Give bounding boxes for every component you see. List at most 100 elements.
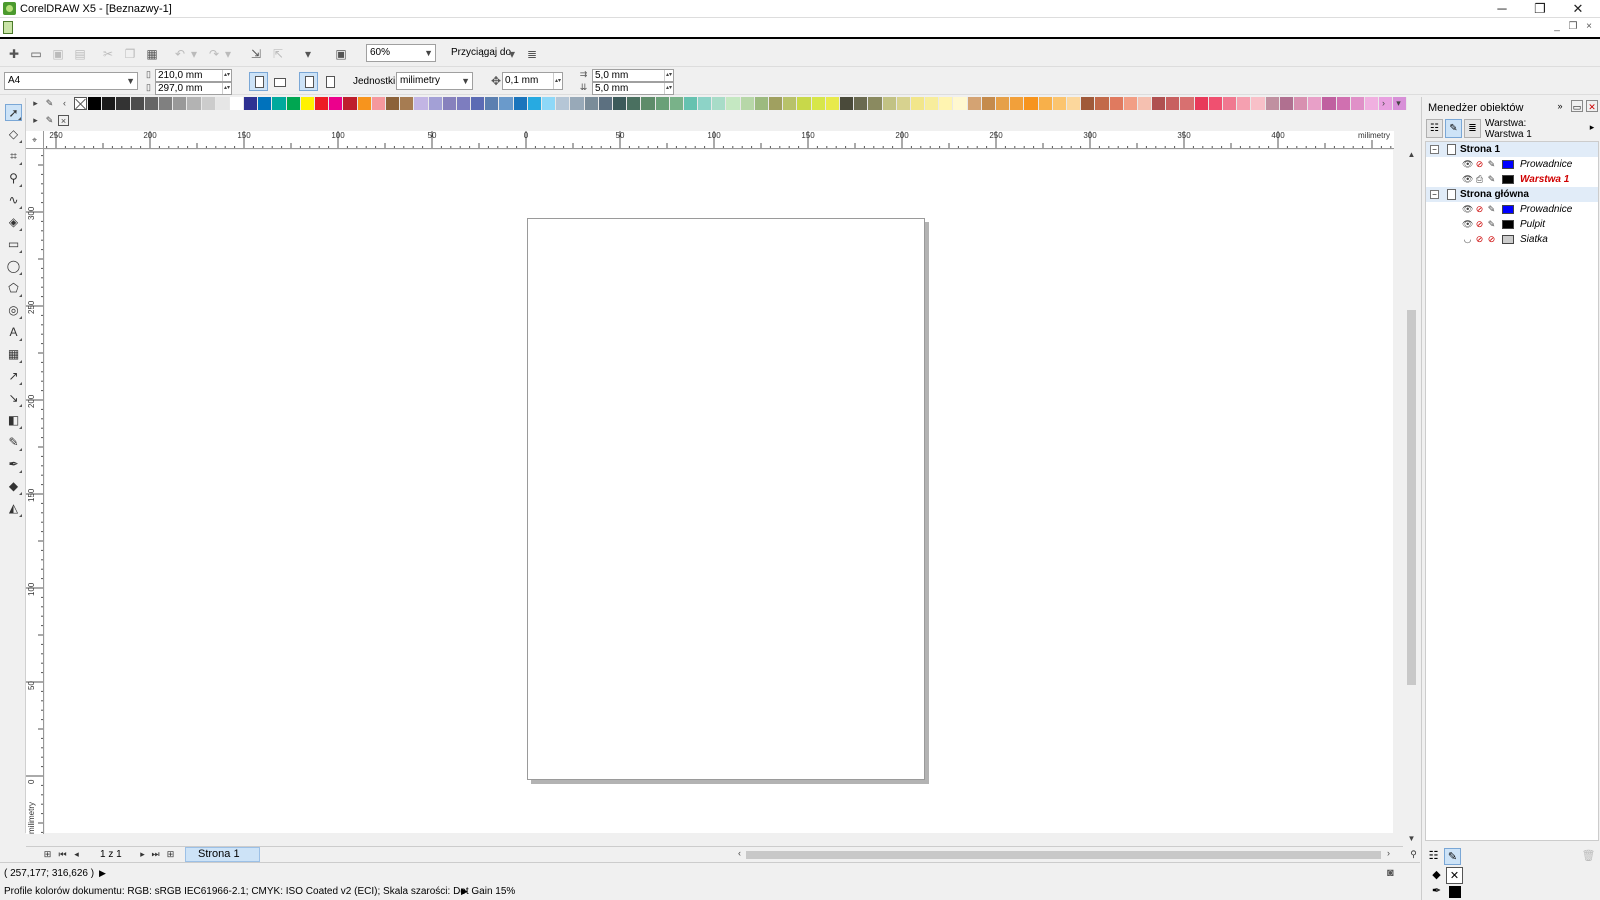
color-swatch[interactable] (1265, 97, 1280, 110)
save-icon[interactable]: ▣ (50, 46, 66, 62)
color-swatch[interactable] (102, 97, 117, 110)
redo-dropdown-icon[interactable]: ▾ (224, 46, 232, 62)
color-swatch[interactable] (201, 97, 216, 110)
color-swatch[interactable] (854, 97, 869, 110)
color-swatch[interactable] (627, 97, 642, 110)
ruler-origin[interactable]: ⌖ (26, 131, 44, 149)
eye-icon[interactable]: 👁 (1462, 218, 1473, 230)
pencil-icon[interactable]: ✎ (1486, 173, 1497, 185)
units-select[interactable]: milimetry ▼ (396, 72, 473, 90)
tree-master-layer-prowadnice[interactable]: 👁 ⊘ ✎ Prowadnice (1426, 202, 1598, 217)
color-swatch[interactable] (1024, 97, 1039, 110)
color-swatch[interactable] (868, 97, 883, 110)
fill-none-swatch[interactable]: ✕ (1446, 867, 1463, 884)
color-swatch[interactable] (1279, 97, 1294, 110)
eye-hidden-icon[interactable]: ◡ (1462, 233, 1473, 245)
zoom-tool-icon[interactable]: ⚲ (5, 170, 22, 187)
color-swatch[interactable] (1123, 97, 1138, 110)
cut-icon[interactable]: ✂ (100, 46, 116, 62)
color-swatch[interactable] (471, 97, 486, 110)
spin-arrows-icon[interactable]: ▴▾ (664, 83, 673, 94)
docker-collapse-icon[interactable]: » (1554, 100, 1566, 112)
add-page-before-icon[interactable]: ⊞ (42, 849, 53, 860)
interactive-fill-tool-icon[interactable]: ◭ (5, 500, 22, 517)
color-swatch[interactable] (343, 97, 358, 110)
color-swatch[interactable] (570, 97, 585, 110)
color-swatch[interactable] (130, 97, 145, 110)
page-height-field[interactable]: 297,0 mm ▴▾ (155, 82, 232, 95)
color-swatch[interactable] (442, 97, 457, 110)
show-object-properties-icon[interactable]: ☷ (1426, 119, 1443, 138)
docker-minimize-icon[interactable]: ▭ (1571, 100, 1583, 112)
coords-menu-icon[interactable]: ▶ (99, 868, 106, 879)
outline-color-swatch[interactable] (1449, 886, 1461, 898)
color-swatch[interactable] (527, 97, 542, 110)
spin-arrows-icon[interactable]: ▴▾ (664, 70, 673, 81)
no-print-icon[interactable]: ⊘ (1474, 233, 1485, 245)
first-page-icon[interactable]: ⏮ (57, 849, 68, 860)
document-palette-menu-icon[interactable]: ▸ (30, 115, 41, 126)
color-swatch[interactable] (939, 97, 954, 110)
horizontal-scroll-thumb[interactable] (746, 851, 1381, 859)
new-master-layer-icon[interactable]: ✎ (1444, 848, 1461, 865)
layer-manager-view-icon[interactable]: ≣ (1464, 119, 1481, 138)
color-swatch[interactable] (542, 97, 557, 110)
nudge-distance-field[interactable]: 0,1 mm ▴▾ (502, 72, 563, 90)
color-swatch[interactable] (1081, 97, 1096, 110)
no-edit-icon[interactable]: ⊘ (1486, 233, 1497, 245)
zoom-level-select[interactable]: 60% ▼ (366, 44, 436, 62)
tree-layer-prowadnice[interactable]: 👁 ⊘ ✎ Prowadnice (1426, 157, 1598, 172)
eyedropper-tool-icon[interactable]: ✎ (5, 434, 22, 451)
color-swatch[interactable] (357, 97, 372, 110)
color-swatch[interactable] (1194, 97, 1209, 110)
all-pages-button[interactable] (299, 72, 318, 91)
restore-button[interactable]: ❐ (1522, 0, 1558, 18)
paste-icon[interactable]: ▦ (144, 46, 160, 62)
duplicate-distance-y-field[interactable]: 5,0 mm ▴▾ (592, 82, 674, 95)
pencil-icon[interactable]: ✎ (1486, 158, 1497, 170)
tree-master-layer-pulpit[interactable]: 👁 ⊘ ✎ Pulpit (1426, 217, 1598, 232)
collapse-icon[interactable]: − (1430, 190, 1439, 199)
current-page-button[interactable] (320, 72, 339, 91)
color-swatch[interactable] (556, 97, 571, 110)
print-icon[interactable]: ▤ (72, 46, 88, 62)
edit-across-layers-icon[interactable]: ✎ (1445, 119, 1462, 138)
fill-tool-icon[interactable]: ◆ (5, 478, 22, 495)
color-swatch[interactable] (910, 97, 926, 110)
redo-icon[interactable]: ↷ (206, 46, 222, 62)
palette-menu-icon[interactable]: ▸ (30, 98, 41, 109)
color-swatch[interactable] (116, 97, 131, 110)
color-swatch[interactable] (811, 97, 826, 110)
color-swatch[interactable] (1237, 97, 1252, 110)
spin-arrows-icon[interactable]: ▴▾ (553, 73, 562, 89)
profile-menu-icon[interactable]: ▶ (461, 886, 468, 897)
landscape-button[interactable] (270, 72, 289, 91)
color-swatch[interactable] (187, 97, 202, 110)
color-swatch[interactable] (754, 97, 769, 110)
color-swatch[interactable] (1137, 97, 1153, 110)
welcome-screen-icon[interactable]: ▣ (333, 46, 349, 62)
coreldraw-app-icon[interactable] (3, 2, 16, 15)
minimize-button[interactable]: ─ (1484, 0, 1520, 18)
document-palette-eyedropper-icon[interactable]: ✎ (44, 115, 55, 126)
color-swatch[interactable] (1180, 97, 1195, 110)
docker-close-icon[interactable]: ✕ (1586, 100, 1598, 112)
palette-expand-icon[interactable]: ▾ (1393, 98, 1404, 109)
color-swatch[interactable] (669, 97, 684, 110)
eye-icon[interactable]: 👁 (1462, 203, 1473, 215)
color-swatch[interactable] (272, 97, 287, 110)
crop-tool-icon[interactable]: ⌗ (5, 148, 22, 165)
color-swatch[interactable] (315, 97, 330, 110)
color-swatch[interactable] (655, 97, 670, 110)
copy-icon[interactable]: ❐ (122, 46, 138, 62)
paper-size-select[interactable]: A4 ▼ (4, 72, 138, 90)
color-swatch[interactable] (740, 97, 755, 110)
palette-eyedropper-icon[interactable]: ✎ (44, 98, 55, 109)
layer-color-swatch[interactable] (1502, 175, 1514, 184)
page-width-field[interactable]: 210,0 mm ▴▾ (155, 69, 232, 82)
snap-dropdown-icon[interactable]: ▾ (508, 46, 516, 62)
vertical-scroll-thumb[interactable] (1407, 310, 1416, 685)
color-swatch[interactable] (1223, 97, 1238, 110)
color-swatch[interactable] (641, 97, 656, 110)
no-print-icon[interactable]: ⊘ (1474, 203, 1485, 215)
